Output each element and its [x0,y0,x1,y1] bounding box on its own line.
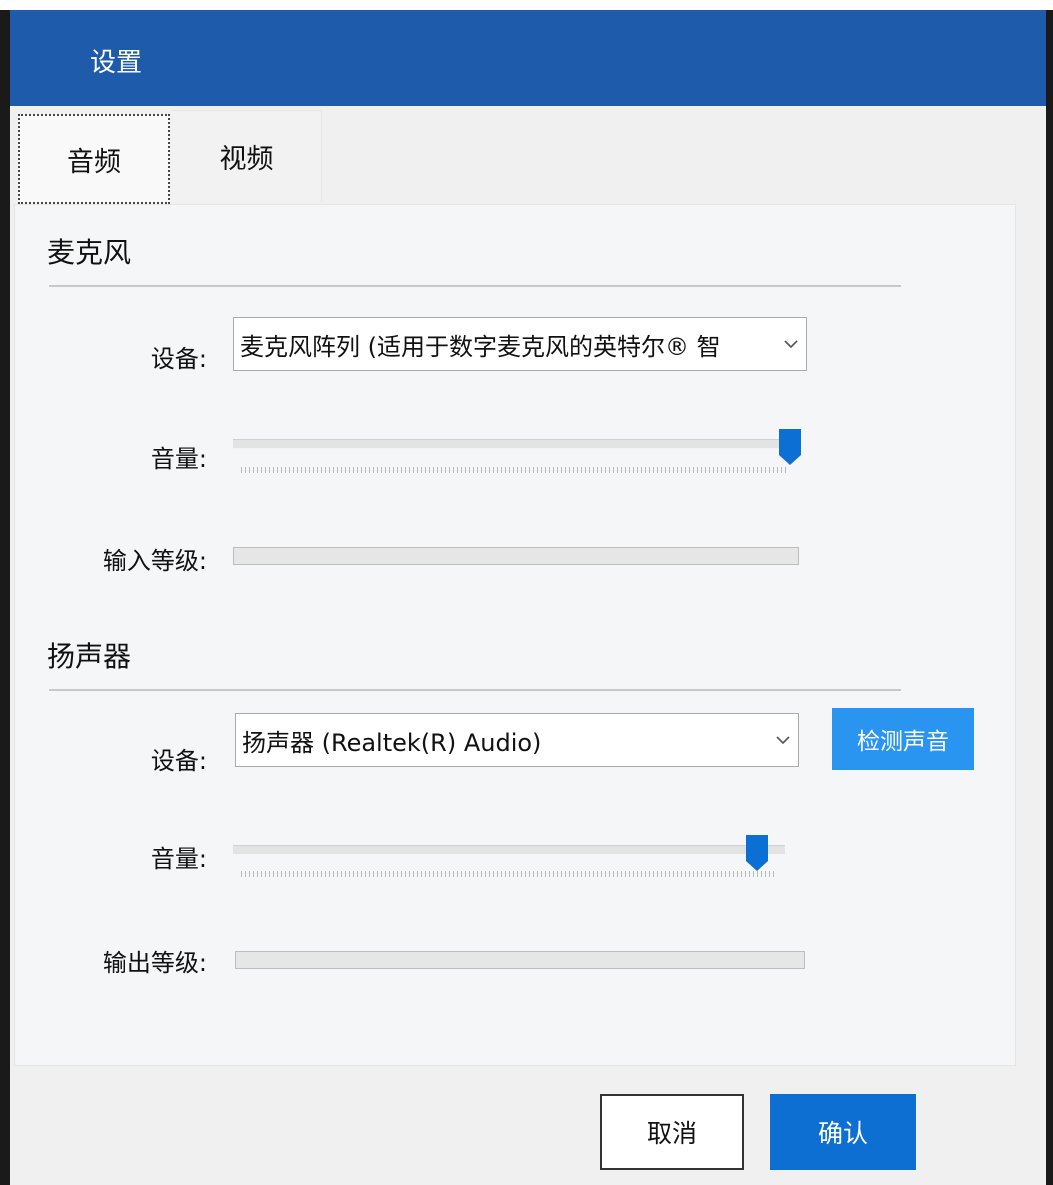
cancel-button[interactable]: 取消 [600,1094,744,1170]
tab-audio[interactable]: 音频 [18,114,170,204]
speaker-output-level-label: 输出等级: [102,949,207,977]
speaker-volume-slider[interactable] [233,845,785,855]
microphone-volume-label: 音量: [150,445,207,473]
speaker-output-level-bar [235,951,805,969]
microphone-volume-ticks [241,467,789,473]
microphone-device-select[interactable]: 麦克风阵列 (适用于数字麦克风的英特尔® 智 [233,317,807,371]
dialog-title: 设置 [90,48,143,78]
audio-panel: 麦克风 设备: 麦克风阵列 (适用于数字麦克风的英特尔® 智 音量: 输入等级:… [14,204,1016,1066]
chevron-down-icon [776,339,806,349]
speaker-volume-label: 音量: [150,845,207,873]
microphone-divider [49,285,901,287]
speaker-volume-thumb[interactable] [745,835,768,871]
microphone-input-level-label: 输入等级: [102,547,207,575]
microphone-input-level-bar [233,547,799,565]
title-bar: 设置 [10,10,1046,106]
microphone-volume-slider[interactable] [233,439,797,449]
microphone-device-label: 设备: [150,345,207,373]
speaker-volume-ticks [241,871,775,877]
tab-audio-label: 音频 [67,146,121,178]
microphone-section-title: 麦克风 [47,236,132,269]
confirm-button[interactable]: 确认 [770,1094,916,1170]
speaker-divider [49,689,901,691]
speaker-device-select[interactable]: 扬声器 (Realtek(R) Audio) [235,713,799,767]
settings-dialog: 设置 音频 视频 麦克风 设备: 麦克风阵列 (适用于数字麦克风的英特尔® 智 … [10,10,1046,1185]
microphone-volume-thumb[interactable] [779,429,801,465]
speaker-section-title: 扬声器 [47,640,132,673]
speaker-device-label: 设备: [150,747,207,775]
top-strip [0,0,1053,10]
chevron-down-icon [768,735,798,745]
tab-video[interactable]: 视频 [172,110,322,202]
speaker-device-value: 扬声器 (Realtek(R) Audio) [242,728,542,757]
microphone-device-value: 麦克风阵列 (适用于数字麦克风的英特尔® 智 [240,332,721,361]
test-sound-button[interactable]: 检测声音 [832,708,974,770]
tab-video-label: 视频 [219,144,274,175]
